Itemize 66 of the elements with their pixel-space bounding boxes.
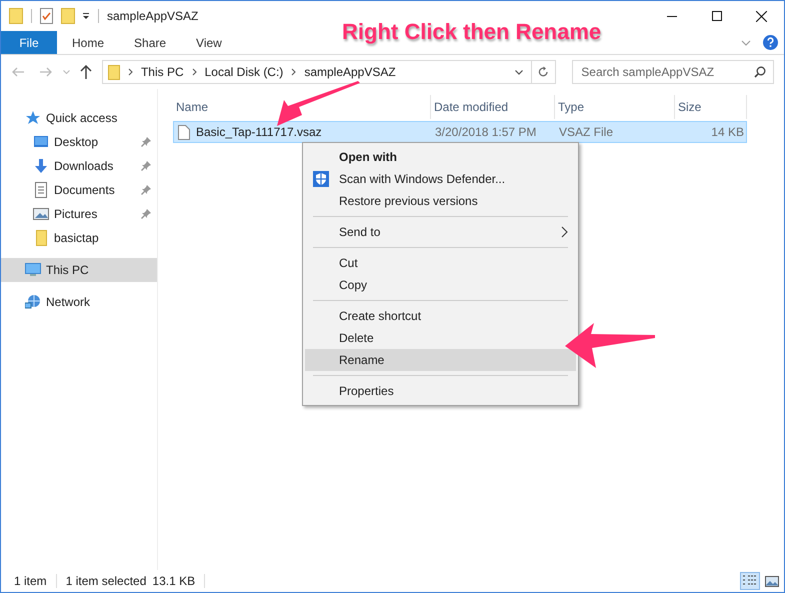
sidebar-item[interactable]: Network bbox=[1, 290, 157, 314]
pin-icon[interactable] bbox=[141, 185, 151, 195]
details-view-button[interactable] bbox=[740, 572, 760, 590]
sidebar-item[interactable]: This PC bbox=[1, 258, 157, 282]
selection-size: 13.1 KB bbox=[152, 573, 196, 590]
menu-item[interactable]: Send to bbox=[305, 221, 576, 243]
star-icon bbox=[25, 110, 41, 126]
sidebar-item[interactable]: basictap bbox=[1, 226, 157, 250]
menu-item[interactable]: Cut bbox=[305, 252, 576, 274]
menu-item[interactable]: Rename bbox=[305, 349, 576, 371]
picture-icon bbox=[33, 206, 49, 222]
file-icon bbox=[178, 124, 190, 140]
up-icon[interactable] bbox=[80, 65, 92, 79]
folder-icon bbox=[108, 64, 120, 80]
menu-item[interactable]: Create shortcut bbox=[305, 305, 576, 327]
annotation-title: Right Click then Rename bbox=[342, 18, 602, 46]
computer-icon bbox=[25, 262, 41, 278]
sidebar-item[interactable]: Pictures bbox=[1, 202, 157, 226]
breadcrumb[interactable]: Local Disk (C:) bbox=[204, 63, 284, 81]
sidebar-item[interactable]: Downloads bbox=[1, 154, 157, 178]
menu-item[interactable]: Restore previous versions bbox=[305, 190, 576, 212]
ribbon-tab[interactable]: Share bbox=[119, 31, 182, 54]
chevron-icon[interactable] bbox=[192, 68, 197, 76]
item-count: 1 item bbox=[14, 573, 47, 590]
search-icon[interactable] bbox=[754, 66, 766, 78]
ribbon-tab[interactable]: File bbox=[1, 31, 57, 54]
file-row[interactable]: Basic_Tap-111717.vsaz 3/20/2018 1:57 PM VSAZ File 14 KB bbox=[173, 121, 747, 143]
network-icon bbox=[25, 294, 41, 310]
pin-icon[interactable] bbox=[141, 161, 151, 171]
column-header[interactable]: Date modified bbox=[431, 95, 554, 119]
breadcrumb[interactable]: This PC bbox=[140, 63, 184, 81]
download-icon bbox=[33, 158, 49, 174]
dropdown-icon[interactable] bbox=[82, 12, 90, 20]
maximize-icon bbox=[712, 11, 722, 21]
pin-icon[interactable] bbox=[141, 137, 151, 147]
refresh-icon[interactable] bbox=[538, 66, 550, 78]
window-title: sampleAppVSAZ bbox=[107, 8, 198, 25]
menu-item[interactable]: Scan with Windows Defender... bbox=[305, 168, 576, 190]
sidebar-item[interactable]: Quick access bbox=[1, 106, 157, 130]
sidebar-item[interactable]: Documents bbox=[1, 178, 157, 202]
close-icon bbox=[756, 10, 767, 22]
sidebar-item[interactable]: Desktop bbox=[1, 130, 157, 154]
properties-icon[interactable] bbox=[40, 8, 53, 24]
large-icons-view-icon bbox=[765, 576, 779, 586]
chevron-icon[interactable] bbox=[128, 68, 133, 76]
column-header[interactable]: Size bbox=[675, 95, 746, 119]
menu-item[interactable]: Open with bbox=[305, 146, 576, 168]
menu-item[interactable]: Copy bbox=[305, 274, 576, 296]
menu-item[interactable]: Delete bbox=[305, 327, 576, 349]
details-view-icon bbox=[742, 575, 758, 587]
address-field[interactable]: This PC Local Disk (C:) sampleAppVSAZ bbox=[102, 60, 556, 84]
desktop-icon bbox=[33, 134, 49, 150]
help-icon[interactable] bbox=[763, 35, 778, 50]
folder-icon bbox=[33, 230, 49, 246]
column-header[interactable]: Type bbox=[555, 95, 674, 119]
chevron-icon[interactable] bbox=[291, 68, 296, 76]
ribbon-tab[interactable]: Home bbox=[57, 31, 120, 54]
column-header[interactable]: Name bbox=[173, 95, 430, 119]
breadcrumb[interactable]: sampleAppVSAZ bbox=[304, 63, 396, 81]
search-field[interactable]: Search sampleAppVSAZ bbox=[572, 60, 774, 84]
ribbon-tab[interactable]: View bbox=[181, 31, 237, 54]
document-icon bbox=[33, 182, 49, 198]
selection-info: 1 item selected bbox=[66, 573, 146, 590]
dropdown-icon[interactable] bbox=[515, 70, 524, 74]
pin-icon[interactable] bbox=[141, 209, 151, 219]
menu-item[interactable]: Properties bbox=[305, 380, 576, 402]
